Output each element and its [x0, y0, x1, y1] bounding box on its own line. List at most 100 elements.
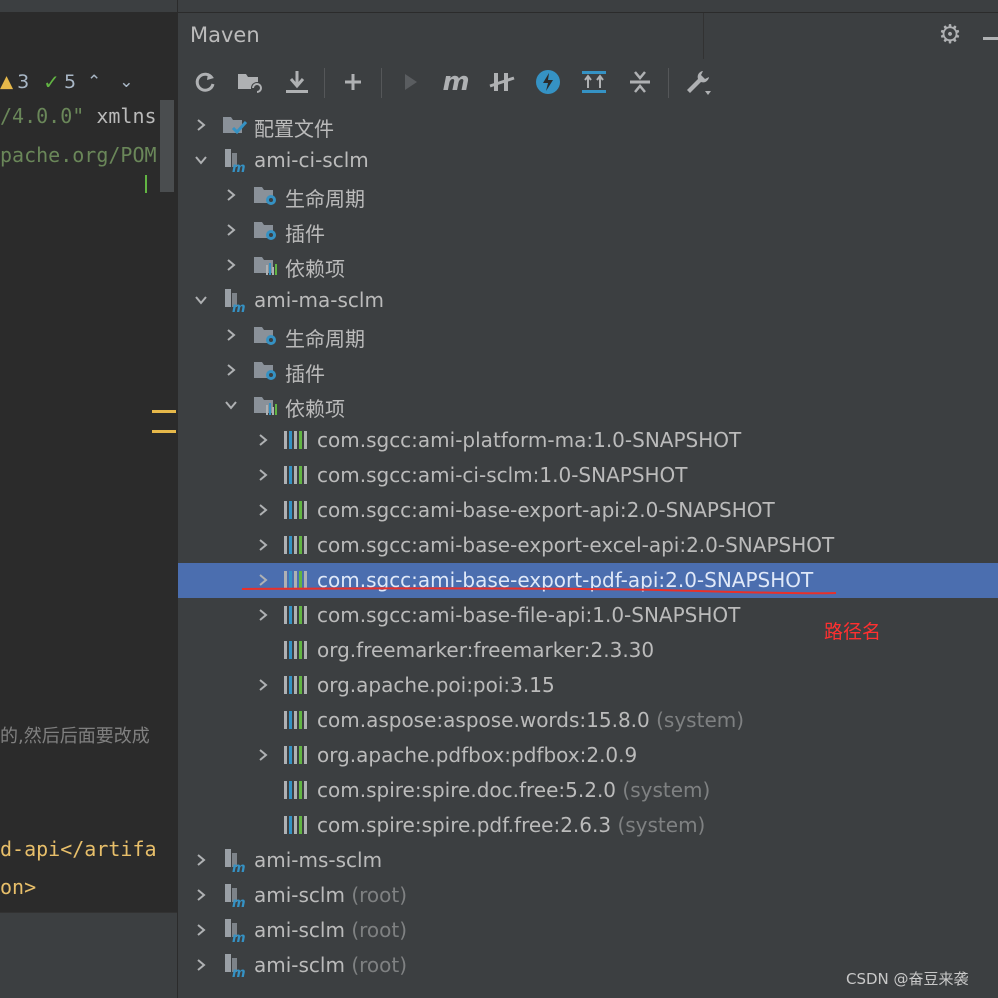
- toolbar-separator: [324, 68, 325, 98]
- module-icon: m: [222, 917, 248, 943]
- tree-row[interactable]: com.sgcc:ami-base-export-excel-api:2.0-S…: [178, 528, 998, 563]
- execute-goal-icon[interactable]: m: [438, 64, 474, 100]
- run-icon[interactable]: [392, 64, 428, 100]
- lib-icon: [283, 777, 309, 803]
- tree-row[interactable]: 依赖项: [178, 248, 998, 283]
- tree-row[interactable]: com.sgcc:ami-ci-sclm:1.0-SNAPSHOT: [178, 458, 998, 493]
- lib-icon: [283, 812, 309, 838]
- chevron-right-icon[interactable]: [222, 326, 240, 344]
- tree-row[interactable]: org.apache.poi:poi:3.15: [178, 668, 998, 703]
- tree-row[interactable]: m ami-sclm (root): [178, 913, 998, 948]
- chevron-right-icon[interactable]: [192, 921, 210, 939]
- tree-item-label: 依赖项: [285, 397, 345, 421]
- reload-icon[interactable]: [187, 64, 223, 100]
- tree-item-suffix: (root): [351, 918, 408, 942]
- chevron-right-icon[interactable]: [192, 851, 210, 869]
- header-divider: [703, 13, 704, 59]
- settings-wrench-icon[interactable]: [680, 64, 716, 100]
- show-dependencies-icon[interactable]: [576, 64, 612, 100]
- chevron-down-icon[interactable]: ⌄: [119, 72, 133, 92]
- inspection-widget[interactable]: ▲ 3 ✓ 5 ⌃ ⌄: [0, 66, 141, 98]
- minimize-icon[interactable]: [983, 37, 998, 40]
- chevron-right-icon[interactable]: [192, 956, 210, 974]
- toggle-offline-icon[interactable]: [484, 64, 520, 100]
- chevron-right-icon[interactable]: [254, 676, 272, 694]
- tree-row[interactable]: 生命周期: [178, 178, 998, 213]
- chevron-right-icon[interactable]: [192, 886, 210, 904]
- folder-gear-icon: [253, 217, 279, 243]
- chevron-right-icon[interactable]: [254, 606, 272, 624]
- tree-row[interactable]: 依赖项: [178, 388, 998, 423]
- tree-row[interactable]: com.sgcc:ami-platform-ma:1.0-SNAPSHOT: [178, 423, 998, 458]
- tree-item-label: 生命周期: [285, 187, 365, 211]
- chevron-down-icon[interactable]: [192, 291, 210, 309]
- folder-gear-icon: [253, 322, 279, 348]
- code-line: /4.0.0" xmlns: [0, 104, 157, 128]
- tree-item-label: com.sgcc:ami-ci-sclm:1.0-SNAPSHOT: [317, 463, 688, 487]
- lib-icon: [283, 532, 309, 558]
- lib-icon: [283, 637, 309, 663]
- tree-row[interactable]: com.spire:spire.doc.free:5.2.0 (system): [178, 773, 998, 808]
- tree-item-label: 插件: [285, 362, 325, 386]
- chevron-right-icon[interactable]: [254, 536, 272, 554]
- code-editor[interactable]: ▲ 3 ✓ 5 ⌃ ⌄ /4.0.0" xmlns pache.org/POM …: [0, 0, 177, 998]
- tree-item-label: com.sgcc:ami-base-export-api:2.0-SNAPSHO…: [317, 498, 775, 522]
- chevron-up-icon[interactable]: ⌃: [87, 72, 101, 92]
- generate-sources-icon[interactable]: [233, 64, 269, 100]
- tree-row[interactable]: com.spire:spire.pdf.free:2.6.3 (system): [178, 808, 998, 843]
- skip-tests-icon[interactable]: [530, 64, 566, 100]
- lib-icon: [283, 672, 309, 698]
- add-icon[interactable]: [335, 64, 371, 100]
- tree-row[interactable]: 生命周期: [178, 318, 998, 353]
- tree-item-label: 配置文件: [254, 117, 334, 141]
- tree-item-label: org.apache.pdfbox:pdfbox:2.0.9: [317, 743, 638, 767]
- tree-item-label: ami-sclm (root): [254, 918, 408, 942]
- editor-scroll-thumb[interactable]: [160, 100, 174, 192]
- code-comment: 的,然后后面要改成: [0, 726, 150, 747]
- download-icon[interactable]: [279, 64, 315, 100]
- chevron-right-icon[interactable]: [222, 221, 240, 239]
- red-underline-annotation: [241, 587, 837, 595]
- tree-row[interactable]: com.sgcc:ami-base-export-api:2.0-SNAPSHO…: [178, 493, 998, 528]
- chevron-right-icon[interactable]: [254, 431, 272, 449]
- tree-row[interactable]: m ami-ci-sclm: [178, 143, 998, 178]
- chevron-right-icon[interactable]: [222, 186, 240, 204]
- module-icon: m: [222, 287, 248, 313]
- svg-text:m: m: [232, 861, 246, 873]
- chevron-right-icon[interactable]: [222, 361, 240, 379]
- chevron-down-icon[interactable]: [222, 396, 240, 414]
- chevron-right-icon[interactable]: [222, 256, 240, 274]
- tree-row[interactable]: m ami-ma-sclm: [178, 283, 998, 318]
- tree-row[interactable]: 插件: [178, 213, 998, 248]
- folder-gear-icon: [253, 182, 279, 208]
- chevron-right-icon[interactable]: [254, 466, 272, 484]
- tree-item-label: org.apache.poi:poi:3.15: [317, 673, 555, 697]
- svg-text:m: m: [232, 966, 246, 978]
- tree-row[interactable]: com.aspose:aspose.words:15.8.0 (system): [178, 703, 998, 738]
- module-icon: m: [222, 952, 248, 978]
- tree-row[interactable]: 配置文件: [178, 108, 998, 143]
- chevron-right-icon[interactable]: [254, 501, 272, 519]
- gear-icon[interactable]: ⚙: [935, 20, 965, 50]
- tree-row[interactable]: m ami-sclm (root): [178, 878, 998, 913]
- tree-item-label: 插件: [285, 222, 325, 246]
- tree-row[interactable]: org.apache.pdfbox:pdfbox:2.0.9: [178, 738, 998, 773]
- collapse-all-icon[interactable]: [622, 64, 658, 100]
- svg-text:m: m: [232, 161, 246, 173]
- tree-row[interactable]: 插件: [178, 353, 998, 388]
- chevron-down-icon[interactable]: [192, 151, 210, 169]
- tree-item-label: ami-ma-sclm: [254, 288, 384, 312]
- lib-icon: [283, 602, 309, 628]
- toolbar-separator: [381, 68, 382, 98]
- check-icon: ✓: [43, 70, 60, 94]
- svg-text:m: m: [232, 896, 246, 908]
- tree-row[interactable]: m ami-ms-sclm: [178, 843, 998, 878]
- svg-text:m: m: [232, 301, 246, 313]
- folder-gear-icon: [253, 357, 279, 383]
- chevron-right-icon[interactable]: [192, 116, 210, 134]
- chevron-right-icon[interactable]: [254, 746, 272, 764]
- lib-icon: [283, 497, 309, 523]
- maven-toolbar: m: [178, 60, 998, 106]
- annotation-text: 路径名: [824, 621, 882, 643]
- svg-text:m: m: [232, 931, 246, 943]
